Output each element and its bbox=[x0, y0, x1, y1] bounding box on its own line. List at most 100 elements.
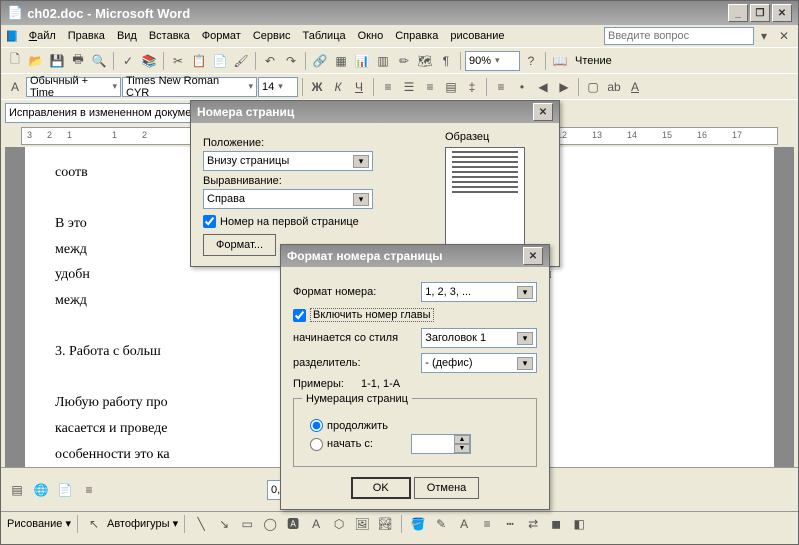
docmap-icon[interactable]: 🗺 bbox=[415, 51, 435, 71]
dlg1-titlebar: Номера страниц ✕ bbox=[191, 101, 559, 123]
view-web-icon[interactable]: 🌐 bbox=[31, 480, 51, 500]
undo-icon[interactable]: ↶ bbox=[260, 51, 280, 71]
cut-icon[interactable]: ✂ bbox=[168, 51, 188, 71]
rect-icon[interactable]: ▭ bbox=[237, 514, 257, 534]
save-icon[interactable]: 💾 bbox=[47, 51, 67, 71]
number-format-combo[interactable]: 1, 2, 3, ...▾ bbox=[421, 282, 537, 302]
continue-radio[interactable] bbox=[310, 419, 323, 432]
open-icon[interactable]: 📂 bbox=[26, 51, 46, 71]
menu-help[interactable]: Справка bbox=[389, 28, 444, 44]
chapter-style-combo[interactable]: Заголовок 1▾ bbox=[421, 328, 537, 348]
minimize-button[interactable]: _ bbox=[728, 4, 748, 22]
close-doc-button[interactable]: ✕ bbox=[774, 26, 794, 46]
close-button[interactable]: ✕ bbox=[772, 4, 792, 22]
borders-icon[interactable]: ▢ bbox=[583, 77, 603, 97]
menu-window[interactable]: Окно bbox=[352, 28, 390, 44]
restore-button[interactable]: ❐ bbox=[750, 4, 770, 22]
line-color-icon[interactable]: ✎ bbox=[431, 514, 451, 534]
menu-format[interactable]: Формат bbox=[196, 28, 247, 44]
underline-icon[interactable]: Ч bbox=[349, 77, 369, 97]
menu-view[interactable]: Вид bbox=[111, 28, 143, 44]
view-outline-icon[interactable]: ≡ bbox=[79, 480, 99, 500]
menu-edit[interactable]: Правка bbox=[62, 28, 111, 44]
styles-pane-icon[interactable]: A bbox=[5, 77, 25, 97]
dash-icon[interactable]: ┅ bbox=[500, 514, 520, 534]
line-spacing-icon[interactable]: ‡ bbox=[462, 77, 482, 97]
textbox-icon[interactable]: 🅰 bbox=[283, 514, 303, 534]
spelling-icon[interactable]: ✓ bbox=[118, 51, 138, 71]
arrow-icon[interactable]: ↘ bbox=[214, 514, 234, 534]
indent-icon[interactable]: ▶ bbox=[554, 77, 574, 97]
shadow-icon[interactable]: ◼ bbox=[546, 514, 566, 534]
new-doc-icon[interactable]: 🗋 bbox=[5, 51, 25, 71]
diagram-icon[interactable]: ⬡ bbox=[329, 514, 349, 534]
start-at-spinner[interactable]: ▲▼ bbox=[411, 434, 471, 454]
justify-icon[interactable]: ▤ bbox=[441, 77, 461, 97]
arrow-style-icon[interactable]: ⇄ bbox=[523, 514, 543, 534]
oval-icon[interactable]: ◯ bbox=[260, 514, 280, 534]
align-right-icon[interactable]: ≡ bbox=[420, 77, 440, 97]
menu-insert[interactable]: Вставка bbox=[143, 28, 196, 44]
view-normal-icon[interactable]: ▤ bbox=[7, 480, 27, 500]
format-painter-icon[interactable]: 🖌 bbox=[231, 51, 251, 71]
display-review-combo[interactable]: Исправления в измененном докуме▾ bbox=[5, 103, 215, 123]
preview-icon[interactable]: 🔍 bbox=[89, 51, 109, 71]
menu-file[interactable]: Файл bbox=[23, 28, 62, 44]
line-style-icon[interactable]: ≡ bbox=[477, 514, 497, 534]
ok-button[interactable]: OK bbox=[351, 477, 411, 499]
drawing-toggle-icon[interactable]: ✏ bbox=[394, 51, 414, 71]
redo-icon[interactable]: ↷ bbox=[281, 51, 301, 71]
dlg2-close-button[interactable]: ✕ bbox=[523, 247, 543, 265]
help-dropdown[interactable]: ▾ bbox=[754, 26, 774, 46]
cancel-button[interactable]: Отмена bbox=[414, 477, 479, 499]
autoshapes-menu[interactable]: Автофигуры ▾ bbox=[107, 517, 178, 530]
outdent-icon[interactable]: ◀ bbox=[533, 77, 553, 97]
fill-icon[interactable]: 🪣 bbox=[408, 514, 428, 534]
font-color-icon[interactable]: A bbox=[625, 77, 645, 97]
highlight-icon[interactable]: ab bbox=[604, 77, 624, 97]
3d-icon[interactable]: ◧ bbox=[569, 514, 589, 534]
excel-icon[interactable]: 📊 bbox=[352, 51, 372, 71]
menu-tools[interactable]: Сервис bbox=[247, 28, 297, 44]
line-icon[interactable]: ╲ bbox=[191, 514, 211, 534]
alignment-combo[interactable]: Справа▾ bbox=[203, 189, 373, 209]
align-center-icon[interactable]: ☰ bbox=[399, 77, 419, 97]
select-icon[interactable]: ↖ bbox=[84, 514, 104, 534]
zoom-combo[interactable]: 90%▾ bbox=[465, 51, 520, 71]
paste-icon[interactable]: 📄 bbox=[210, 51, 230, 71]
start-at-radio[interactable] bbox=[310, 438, 323, 451]
reading-label[interactable]: Чтение bbox=[571, 55, 616, 67]
read-icon[interactable]: 📖 bbox=[550, 51, 570, 71]
numbering-icon[interactable]: ≡ bbox=[491, 77, 511, 97]
table-icon[interactable]: ▦ bbox=[331, 51, 351, 71]
format-button[interactable]: Формат... bbox=[203, 234, 276, 256]
align-left-icon[interactable]: ≡ bbox=[378, 77, 398, 97]
first-page-checkbox[interactable] bbox=[203, 215, 216, 228]
bullets-icon[interactable]: • bbox=[512, 77, 532, 97]
help-icon[interactable]: ? bbox=[521, 51, 541, 71]
separator-combo[interactable]: - (дефис)▾ bbox=[421, 353, 537, 373]
size-combo[interactable]: 14▾ bbox=[258, 77, 298, 97]
show-marks-icon[interactable]: ¶ bbox=[436, 51, 456, 71]
print-icon[interactable]: 🖶 bbox=[68, 51, 88, 71]
italic-icon[interactable]: К bbox=[328, 77, 348, 97]
font-color2-icon[interactable]: A bbox=[454, 514, 474, 534]
clipart-icon[interactable]: 🖼 bbox=[352, 514, 372, 534]
font-combo[interactable]: Times New Roman CYR▾ bbox=[122, 77, 257, 97]
hyperlink-icon[interactable]: 🔗 bbox=[310, 51, 330, 71]
help-search-input[interactable] bbox=[604, 27, 754, 45]
research-icon[interactable]: 📚 bbox=[139, 51, 159, 71]
wordart-icon[interactable]: A bbox=[306, 514, 326, 534]
copy-icon[interactable]: 📋 bbox=[189, 51, 209, 71]
picture-icon[interactable]: 🏞 bbox=[375, 514, 395, 534]
columns-icon[interactable]: ▥ bbox=[373, 51, 393, 71]
style-combo[interactable]: Обычный + Time▾ bbox=[26, 77, 121, 97]
position-combo[interactable]: Внизу страницы▾ bbox=[203, 151, 373, 171]
view-print-icon[interactable]: 📄 bbox=[55, 480, 75, 500]
menu-table[interactable]: Таблица bbox=[296, 28, 351, 44]
bold-icon[interactable]: Ж bbox=[307, 77, 327, 97]
dlg1-close-button[interactable]: ✕ bbox=[533, 103, 553, 121]
drawing-menu[interactable]: Рисование ▾ bbox=[7, 517, 71, 530]
menu-drawing[interactable]: рисование bbox=[444, 28, 510, 44]
include-chapter-checkbox[interactable] bbox=[293, 309, 306, 322]
